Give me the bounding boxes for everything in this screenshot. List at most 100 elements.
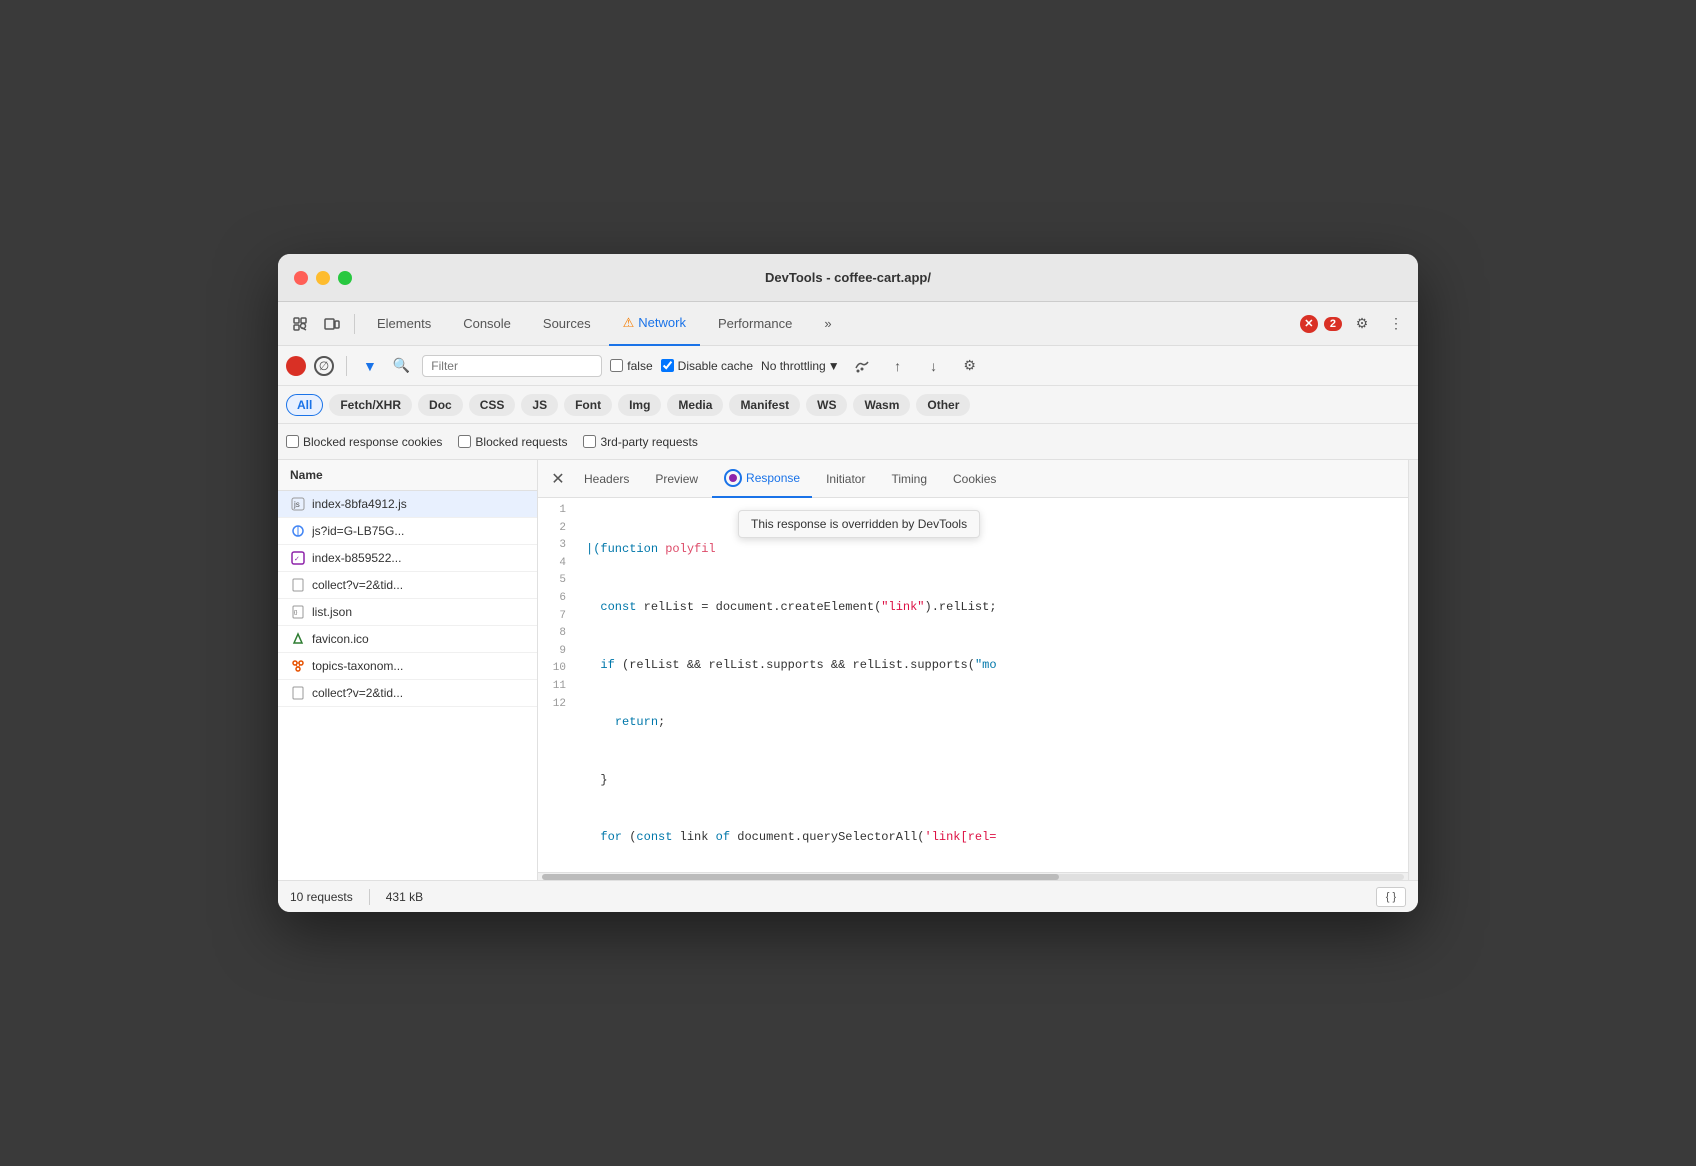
- clear-button[interactable]: ∅: [314, 356, 334, 376]
- scrollbar-track: [542, 874, 1404, 880]
- third-party-label[interactable]: 3rd-party requests: [583, 435, 697, 449]
- record-button[interactable]: [286, 356, 306, 376]
- network-conditions-icon[interactable]: [848, 352, 876, 380]
- filter-wasm[interactable]: Wasm: [853, 394, 910, 416]
- chevron-down-icon: ▼: [828, 359, 840, 373]
- line-num-9: 9: [550, 643, 566, 661]
- filter-other[interactable]: Other: [916, 394, 970, 416]
- maximize-button[interactable]: [338, 271, 352, 285]
- purple-icon: ✓: [290, 550, 306, 566]
- filter-font[interactable]: Font: [564, 394, 612, 416]
- code-panel[interactable]: 1 2 3 4 5 6 7 8 9 10 11 12 |(funct: [538, 498, 1408, 872]
- detail-tab-headers[interactable]: Headers: [572, 460, 641, 498]
- blocked-requests-label[interactable]: Blocked requests: [458, 435, 567, 449]
- line-num-2: 2: [550, 520, 566, 538]
- tab-console[interactable]: Console: [449, 302, 525, 346]
- filter-pills-row: All Fetch/XHR Doc CSS JS Font Img Media …: [278, 386, 1418, 424]
- vertical-scrollbar[interactable]: [1408, 460, 1418, 880]
- error-count: 2: [1324, 317, 1342, 331]
- more-options-icon[interactable]: ⋮: [1382, 310, 1410, 338]
- detail-close-button[interactable]: ✕: [546, 467, 570, 491]
- filter-media[interactable]: Media: [667, 394, 723, 416]
- request-count: 10 requests: [290, 890, 353, 904]
- file-name-7: collect?v=2&tid...: [312, 686, 403, 700]
- total-size: 431 kB: [386, 890, 423, 904]
- doc-icon-3: [290, 577, 306, 593]
- filter-icon[interactable]: ▼: [359, 356, 381, 376]
- settings-icon[interactable]: ⚙: [1348, 310, 1376, 338]
- detail-panel: ✕ Headers Preview Response Initiator: [538, 460, 1408, 880]
- code-line-5: }: [586, 771, 997, 790]
- blocked-cookies-label[interactable]: Blocked response cookies: [286, 435, 442, 449]
- code-line-3: if (relList && relList.supports && relLi…: [586, 656, 997, 675]
- tab-sources[interactable]: Sources: [529, 302, 605, 346]
- tab-network[interactable]: ⚠ Network: [609, 302, 700, 346]
- third-party-checkbox[interactable]: [583, 435, 596, 448]
- favicon-icon: [290, 631, 306, 647]
- response-dot: [729, 474, 737, 482]
- line-num-4: 4: [550, 555, 566, 573]
- main-content: Name js index-8bfa4912.js js?id=G-LB75G.…: [278, 460, 1418, 880]
- format-button[interactable]: { }: [1376, 887, 1406, 907]
- file-item-0[interactable]: js index-8bfa4912.js: [278, 491, 537, 518]
- warning-icon: ⚠: [623, 315, 635, 331]
- disable-cache-label[interactable]: Disable cache: [661, 359, 753, 373]
- filter-js[interactable]: JS: [521, 394, 558, 416]
- detail-tab-initiator[interactable]: Initiator: [814, 460, 877, 498]
- throttle-select[interactable]: No throttling ▼: [761, 359, 840, 373]
- detail-tab-cookies[interactable]: Cookies: [941, 460, 1008, 498]
- close-button[interactable]: [294, 271, 308, 285]
- blocked-cookies-checkbox[interactable]: [286, 435, 299, 448]
- traffic-lights: [294, 271, 352, 285]
- network-toolbar: ∅ ▼ 🔍 false Disable cache No throttling …: [278, 346, 1418, 386]
- preserve-log-label[interactable]: false: [610, 359, 652, 373]
- filter-css[interactable]: CSS: [469, 394, 516, 416]
- device-icon[interactable]: [318, 310, 346, 338]
- tab-more[interactable]: »: [810, 302, 845, 346]
- preserve-log-checkbox[interactable]: [610, 359, 623, 372]
- detail-tab-preview[interactable]: Preview: [643, 460, 710, 498]
- horizontal-scrollbar[interactable]: [538, 872, 1408, 880]
- code-lines: |(function polyfil const relList = docum…: [578, 502, 1005, 872]
- file-name-4: list.json: [312, 605, 352, 619]
- line-numbers: 1 2 3 4 5 6 7 8 9 10 11 12: [538, 502, 578, 872]
- divider-2: [346, 356, 347, 376]
- detail-tab-response[interactable]: Response: [712, 460, 812, 498]
- filter-manifest[interactable]: Manifest: [729, 394, 800, 416]
- download-icon[interactable]: ↓: [920, 352, 948, 380]
- file-item-4[interactable]: {} list.json: [278, 599, 537, 626]
- filter-doc[interactable]: Doc: [418, 394, 463, 416]
- code-line-2: const relList = document.createElement("…: [586, 598, 997, 617]
- filter-ws[interactable]: WS: [806, 394, 847, 416]
- file-item-3[interactable]: collect?v=2&tid...: [278, 572, 537, 599]
- line-num-11: 11: [550, 678, 566, 696]
- search-icon[interactable]: 🔍: [389, 355, 414, 376]
- file-item-2[interactable]: ✓ index-b859522...: [278, 545, 537, 572]
- blocked-requests-checkbox[interactable]: [458, 435, 471, 448]
- detail-tab-timing[interactable]: Timing: [879, 460, 939, 498]
- network-settings-icon[interactable]: ⚙: [956, 352, 984, 380]
- file-name-1: js?id=G-LB75G...: [312, 524, 404, 538]
- file-name-2: index-b859522...: [312, 551, 401, 565]
- file-item-7[interactable]: collect?v=2&tid...: [278, 680, 537, 707]
- line-num-5: 5: [550, 572, 566, 590]
- blocked-row: Blocked response cookies Blocked request…: [278, 424, 1418, 460]
- minimize-button[interactable]: [316, 271, 330, 285]
- filter-img[interactable]: Img: [618, 394, 661, 416]
- tab-performance[interactable]: Performance: [704, 302, 806, 346]
- disable-cache-checkbox[interactable]: [661, 359, 674, 372]
- line-num-8: 8: [550, 625, 566, 643]
- devtools-window: DevTools - coffee-cart.app/ Elements Con…: [278, 254, 1418, 912]
- line-num-3: 3: [550, 537, 566, 555]
- statusbar: 10 requests 431 kB { }: [278, 880, 1418, 912]
- filter-all[interactable]: All: [286, 394, 323, 416]
- file-item-1[interactable]: js?id=G-LB75G...: [278, 518, 537, 545]
- filter-fetch-xhr[interactable]: Fetch/XHR: [329, 394, 412, 416]
- tab-elements[interactable]: Elements: [363, 302, 445, 346]
- doc-icon-7: [290, 685, 306, 701]
- filter-input[interactable]: [422, 355, 602, 377]
- upload-icon[interactable]: ↑: [884, 352, 912, 380]
- inspector-icon[interactable]: [286, 310, 314, 338]
- file-item-6[interactable]: topics-taxonom...: [278, 653, 537, 680]
- file-item-5[interactable]: favicon.ico: [278, 626, 537, 653]
